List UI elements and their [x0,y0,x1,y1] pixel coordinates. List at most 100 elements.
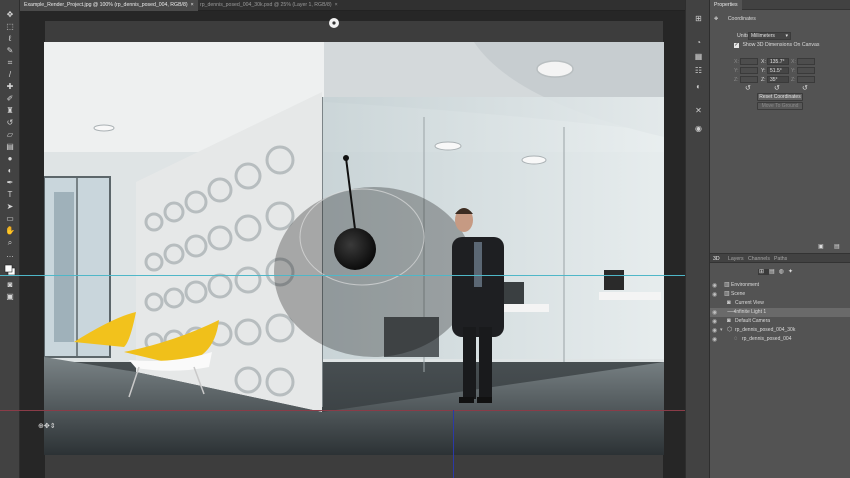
3d-axis-widget[interactable]: ⊕✥⇕ [38,422,56,430]
type-icon[interactable]: T [4,190,16,199]
hand-icon[interactable]: ✋ [4,226,16,235]
lasso-icon[interactable]: ℓ [4,34,16,43]
document-tab-bar: Example_Render_Project.jpg @ 100% (rp_de… [20,0,685,11]
z-scale-field[interactable] [797,76,815,83]
layer-row[interactable]: ◉ ◌ rp_dennis_posed_004 [710,335,850,344]
z-label: Z: [734,77,739,83]
color-icon[interactable]: ◔ [694,38,703,47]
layer-row[interactable]: ◉ ▥ Environment [710,281,850,290]
environment-icon: ▥ [724,282,730,288]
reset-scale-icon[interactable]: ↺ [802,84,808,92]
x-position-field[interactable] [740,58,758,65]
layer-label: Infinite Light 1 [735,309,767,315]
camera-icon: ◙ [727,300,731,306]
properties-icon[interactable]: ✕ [694,106,703,115]
history-icon[interactable]: ⊞ [694,14,703,23]
eyedropper-icon[interactable]: / [4,70,16,79]
checkbox-checked-icon[interactable]: ✓ [734,43,739,48]
shape-icon[interactable]: ▭ [4,214,16,223]
tab-dennis-psd[interactable]: rp_dennis_posed_004_30k.psd @ 25% (Layer… [196,0,342,11]
visibility-eye-icon[interactable]: ◉ [712,282,717,289]
layer-row[interactable]: ◉ ▾ ⬡ rp_dennis_posed_004_30k [710,326,850,335]
tab-channels[interactable]: Channels [748,254,770,264]
visibility-eye-icon[interactable]: ◉ [712,327,717,334]
tab-label: Example_Render_Project.jpg @ 100% (rp_de… [24,2,188,8]
stamp-icon[interactable]: ♜ [4,106,16,115]
brush-icon[interactable]: ✐ [4,94,16,103]
tab-3d[interactable]: 3D [713,254,720,264]
y-position-field[interactable] [740,67,758,74]
tab-layers[interactable]: Layers [728,254,744,264]
visibility-eye-icon[interactable]: ◉ [712,309,717,316]
y-scale-field[interactable] [797,67,815,74]
tab-paths[interactable]: Paths [774,254,787,264]
blur-icon[interactable]: ● [4,154,16,163]
x-scale-field[interactable] [797,58,815,65]
visibility-eye-icon[interactable]: ◉ [712,291,717,298]
properties-header: Properties [710,0,850,10]
layer-row[interactable]: ◉ ▥ Scene [710,290,850,299]
z-rotation-field[interactable]: 35° [767,76,789,83]
more-tools-icon[interactable]: … [4,250,16,259]
quick-select-icon[interactable]: ✎ [4,46,16,55]
y-rotation-field[interactable]: 51.5° [767,67,789,74]
healing-icon[interactable]: ✚ [4,82,16,91]
adjustments-icon[interactable]: ◐ [694,82,703,91]
move-to-ground-button[interactable]: Move To Ground [757,102,803,110]
crop-icon[interactable]: ⌗ [4,58,16,67]
ry-label: Y: [761,68,766,74]
show-3d-dimensions-row[interactable]: ✓ Show 3D Dimensions On Canvas [734,42,819,48]
sy-label: Y: [791,68,796,74]
close-icon[interactable]: × [335,2,338,8]
visibility-eye-icon[interactable]: ◉ [712,318,717,325]
rx-label: X: [761,59,766,65]
color-swatch-icon[interactable] [4,264,16,276]
zoom-icon[interactable]: ⌕ [4,238,16,247]
filter-whole-scene-icon[interactable]: ⊞ [758,269,770,275]
screen-mode-icon[interactable]: ▣ [4,292,16,301]
gradient-icon[interactable]: ▤ [4,142,16,151]
move-icon[interactable]: ✥ [4,10,16,19]
properties-footer-icon-1[interactable]: ▣ [818,243,824,250]
visibility-eye-icon[interactable]: ◉ [712,336,717,343]
reset-rotation-icon[interactable]: ↺ [774,84,780,92]
reset-coordinates-button[interactable]: Reset Coordinates [757,93,803,101]
layer-label: Scene [731,291,746,297]
eraser-icon[interactable]: ▱ [4,130,16,139]
3d-filter-bar: ⊞▤◍✦ [758,268,797,275]
tab-example-render[interactable]: Example_Render_Project.jpg @ 100% (rp_de… [20,0,198,11]
filter-materials-icon[interactable]: ◍ [779,269,788,275]
properties-footer-icon-2[interactable]: ▤ [834,243,840,250]
close-icon[interactable]: × [191,2,194,8]
libraries-icon[interactable]: ☷ [694,66,703,75]
render-canvas[interactable] [44,42,664,455]
marquee-icon[interactable]: ⬚ [4,22,16,31]
layer-row[interactable]: ◙ Current View [710,299,850,308]
x-rotation-field[interactable]: 135.7° [767,58,789,65]
z-position-field[interactable] [740,76,758,83]
panel-icon-strip: ⊞ ◔ ▦ ☷ ◐ ✕ ◉ [685,0,710,478]
layer-label: Environment [731,282,760,288]
x-label: X: [734,59,739,65]
units-value: Millimeters [751,33,775,39]
dolly-icon[interactable]: ⇕ [50,423,56,430]
tab-properties[interactable]: Properties [710,0,742,10]
quick-mask-icon[interactable]: ◙ [4,280,16,289]
3d-panel-tabs: 3D Layers Channels Paths [710,253,850,263]
units-select[interactable]: Millimeters ▾ [748,32,791,40]
filter-lights-icon[interactable]: ✦ [788,269,797,275]
path-select-icon[interactable]: ➤ [4,202,16,211]
chevron-down-icon[interactable]: ▾ [720,326,723,335]
character-icon[interactable]: ◉ [694,124,703,133]
reset-position-icon[interactable]: ↺ [745,84,751,92]
dodge-icon[interactable]: ◐ [4,166,16,175]
filter-meshes-icon[interactable]: ▤ [769,269,779,275]
pen-icon[interactable]: ✒ [4,178,16,187]
layer-row[interactable]: ◉ ◙ Default Camera [710,317,850,326]
light-widget-icon[interactable] [327,16,341,30]
coordinates-section: ✥ Coordinates [714,16,756,22]
layer-row-selected[interactable]: ◉ ⟶ Infinite Light 1 [710,308,850,317]
history-brush-icon[interactable]: ↺ [4,118,16,127]
swatches-icon[interactable]: ▦ [694,52,703,61]
tools-panel: ✥ ⬚ ℓ ✎ ⌗ / ✚ ✐ ♜ ↺ ▱ ▤ ● ◐ ✒ T ➤ ▭ ✋ ⌕ … [0,0,20,478]
